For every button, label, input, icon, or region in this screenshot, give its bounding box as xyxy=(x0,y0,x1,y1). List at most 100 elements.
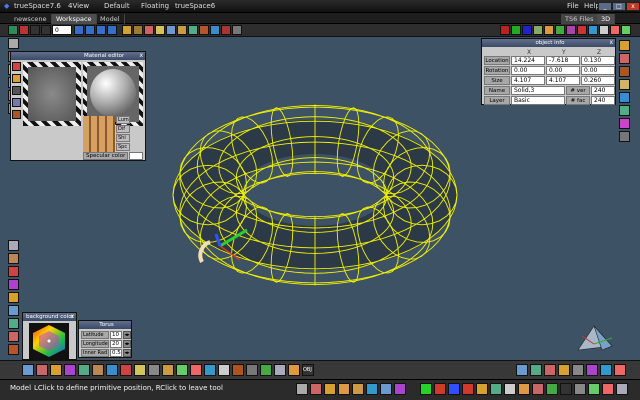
area-render-icon[interactable] xyxy=(144,25,154,35)
lathe-icon[interactable] xyxy=(190,364,202,376)
library-icon[interactable] xyxy=(188,25,198,35)
rewind-icon[interactable] xyxy=(41,25,51,35)
mirror-icon[interactable] xyxy=(218,364,230,376)
file-menu[interactable]: File xyxy=(567,2,579,10)
settings-icon[interactable] xyxy=(619,131,630,142)
paint-icon[interactable] xyxy=(199,25,209,35)
tab-model[interactable]: Model xyxy=(96,14,125,24)
channel-dif[interactable]: Dif xyxy=(116,125,130,133)
light-infinite-icon[interactable] xyxy=(134,364,146,376)
material-icon[interactable] xyxy=(177,25,187,35)
palette-icon[interactable] xyxy=(619,118,630,129)
eye-bottom-icon[interactable] xyxy=(394,383,406,395)
end-icon[interactable] xyxy=(107,25,117,35)
menu-default[interactable]: Default xyxy=(104,2,130,10)
pen-icon[interactable] xyxy=(8,266,19,277)
z-axis-icon[interactable] xyxy=(522,25,532,35)
sweep-bottom-icon[interactable] xyxy=(204,364,216,376)
sweep-tool-icon[interactable] xyxy=(8,344,19,355)
view-front-icon[interactable] xyxy=(516,364,528,376)
rotate-icon[interactable] xyxy=(577,25,587,35)
spline-icon[interactable] xyxy=(8,240,19,251)
tab-newscene[interactable]: newscene xyxy=(10,14,52,24)
object-scale-icon[interactable] xyxy=(352,383,364,395)
longitude-spinner-icon[interactable]: ◂▸ xyxy=(123,340,131,348)
triangulate-icon[interactable] xyxy=(274,364,286,376)
navigate-icon[interactable] xyxy=(555,25,565,35)
close-icon[interactable]: x xyxy=(70,313,74,321)
record-icon[interactable] xyxy=(19,25,29,35)
render-file-icon[interactable] xyxy=(602,383,614,395)
y-axis-icon[interactable] xyxy=(511,25,521,35)
arrow-tool-icon[interactable] xyxy=(8,38,19,49)
close-button[interactable]: x xyxy=(626,2,640,11)
primitive-plane-icon[interactable] xyxy=(92,364,104,376)
boolean-bottom-icon[interactable] xyxy=(246,364,258,376)
delete-icon[interactable] xyxy=(616,383,628,395)
object-library-icon[interactable] xyxy=(619,66,630,77)
brush-icon[interactable] xyxy=(12,110,21,119)
forward-icon[interactable] xyxy=(96,25,106,35)
primitive-cylinder-icon[interactable] xyxy=(50,364,62,376)
stop-icon[interactable] xyxy=(30,25,40,35)
object-tool-bottom-icon[interactable] xyxy=(366,383,378,395)
rotation-z[interactable]: 0.00 xyxy=(581,66,615,75)
primitive-text-icon[interactable] xyxy=(106,364,118,376)
snap-icon[interactable] xyxy=(544,25,554,35)
group-icon[interactable] xyxy=(162,364,174,376)
x-axis-icon[interactable] xyxy=(500,25,510,35)
minimize-button[interactable]: _ xyxy=(598,2,612,11)
light-library-icon[interactable] xyxy=(619,79,630,90)
array-icon[interactable] xyxy=(232,364,244,376)
view-split-icon[interactable] xyxy=(600,364,612,376)
size-y[interactable]: 4.107 xyxy=(546,76,580,85)
longitude-input[interactable]: 20 xyxy=(110,340,122,348)
z-red-icon[interactable] xyxy=(462,383,474,395)
close-icon[interactable]: x xyxy=(609,39,613,47)
axes-icon[interactable] xyxy=(176,364,188,376)
render-icon[interactable] xyxy=(122,25,132,35)
channel-spc[interactable]: Spc xyxy=(116,143,130,151)
view-light-icon[interactable] xyxy=(586,364,598,376)
lasso-icon[interactable] xyxy=(8,253,19,264)
tab-3d[interactable]: 3D xyxy=(597,14,616,24)
frame-spinner[interactable]: 0 xyxy=(52,25,72,35)
object-rotate-icon[interactable] xyxy=(338,383,350,395)
color-hexagon[interactable] xyxy=(29,323,69,359)
latitude-input[interactable]: 10 xyxy=(110,331,122,339)
view-icon[interactable] xyxy=(210,25,220,35)
location-x[interactable]: 14.224 xyxy=(511,56,545,65)
menu-4view[interactable]: 4View xyxy=(68,2,89,10)
scene-library-icon[interactable] xyxy=(619,92,630,103)
plugin-icon[interactable] xyxy=(619,105,630,116)
render-bottom-icon[interactable] xyxy=(574,383,586,395)
primitive-sphere-icon[interactable] xyxy=(36,364,48,376)
scale-icon[interactable] xyxy=(588,25,598,35)
coord-icon[interactable] xyxy=(476,383,488,395)
view-top-icon[interactable] xyxy=(544,364,556,376)
tab-ts6-files[interactable]: TS6 Files xyxy=(561,14,599,24)
specular-color-swatch[interactable] xyxy=(129,152,143,160)
view-perspective-icon[interactable] xyxy=(558,364,570,376)
world-icon[interactable] xyxy=(504,383,516,395)
reflectance-icon[interactable] xyxy=(12,98,21,107)
view-axis-gizmo-icon[interactable] xyxy=(572,320,618,356)
camera-icon[interactable] xyxy=(166,25,176,35)
text-tool-icon[interactable] xyxy=(8,331,19,342)
light-icon[interactable] xyxy=(155,25,165,35)
primitive-cube-icon[interactable] xyxy=(22,364,34,376)
menu-floating[interactable]: Floating xyxy=(141,2,169,10)
viewport-torus-wireframe[interactable] xyxy=(150,100,480,290)
light-local-icon[interactable] xyxy=(120,364,132,376)
select-bottom-icon[interactable] xyxy=(380,383,392,395)
eye-icon[interactable] xyxy=(599,25,609,35)
latitude-spinner-icon[interactable]: ◂▸ xyxy=(123,331,131,339)
undo-bottom-icon[interactable] xyxy=(532,383,544,395)
plane-icon[interactable] xyxy=(8,318,19,329)
obj-export-icon[interactable]: OBJ xyxy=(302,364,314,376)
pan-icon[interactable] xyxy=(621,25,631,35)
y-axis-toggle-icon[interactable] xyxy=(434,383,446,395)
location-z[interactable]: 0.130 xyxy=(581,56,615,65)
torus-tool-icon[interactable] xyxy=(8,305,19,316)
grid-icon[interactable] xyxy=(533,25,543,35)
